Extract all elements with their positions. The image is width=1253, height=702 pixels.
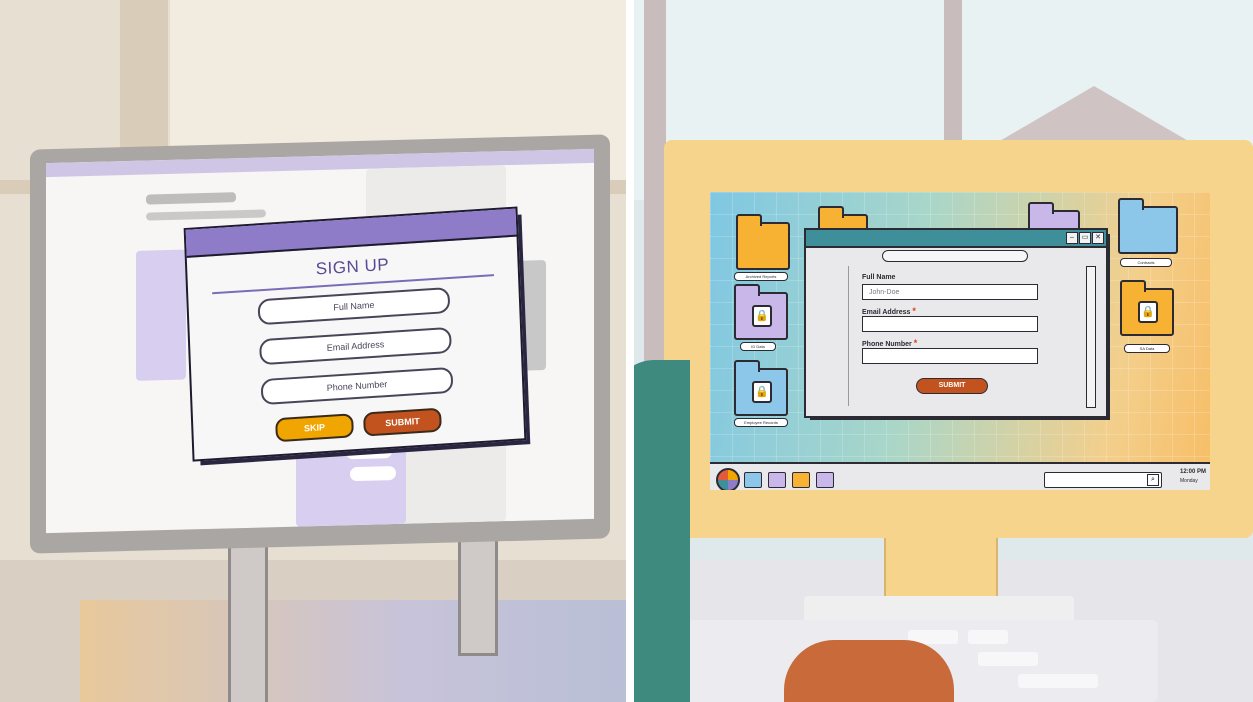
full-name-label: Full Name [862,274,896,281]
search-icon[interactable]: ⌕ [1147,474,1159,486]
locked-folder-icon[interactable]: 🔒 [734,284,788,340]
placeholder-sidebar [136,249,186,381]
window-frame [944,0,962,160]
key [968,630,1008,644]
window-frame [644,0,666,380]
scrollbar[interactable] [1086,266,1096,408]
lock-icon: 🔒 [752,305,772,327]
close-icon[interactable]: ✕ [1092,232,1104,244]
folder-label: SA Data [1124,344,1170,353]
phone-number-label: Phone Number * [862,338,918,348]
taskbar-folder-icon[interactable] [792,472,810,488]
minimize-icon[interactable]: – [1066,232,1078,244]
required-marker: * [913,338,918,348]
left-illustration: SIGN UP Full Name Email Address Phone Nu… [0,0,626,702]
folder-label: Contracts [1120,258,1172,267]
folder-icon[interactable] [736,214,790,270]
form-window: – ▭ ✕ Full Name John-Doe Email Address *… [804,228,1108,418]
placeholder-text [146,209,266,221]
required-marker: * [912,306,916,316]
key [1018,674,1098,688]
desktop-screen: Archived Reports 🔒 ID Data 🔒 Employee Re… [710,192,1210,490]
key [978,652,1038,666]
locked-folder-icon[interactable]: 🔒 [1120,280,1174,336]
taskbar-folder-icon[interactable] [744,472,762,488]
desktop-monitor: Archived Reports 🔒 ID Data 🔒 Employee Re… [664,140,1253,538]
window-sidebar [812,266,849,406]
address-bar[interactable] [882,250,1028,262]
lock-icon: 🔒 [1138,301,1158,323]
start-menu-icon[interactable] [716,468,740,490]
email-address-field[interactable]: Email Address [259,326,452,366]
submit-button[interactable]: SUBMIT [363,407,442,437]
email-address-input[interactable] [862,316,1038,332]
folder-label: Archived Reports [734,272,788,281]
taskbar-folder-icon[interactable] [816,472,834,488]
maximize-icon[interactable]: ▭ [1079,232,1091,244]
kiosk-monitor: SIGN UP Full Name Email Address Phone Nu… [30,134,610,554]
folder-label: ID Data [740,342,776,351]
placeholder-button [350,466,396,482]
skip-button[interactable]: SKIP [275,413,354,443]
form-window-titlebar: – ▭ ✕ [806,230,1106,248]
signup-modal: SIGN UP Full Name Email Address Phone Nu… [183,206,527,462]
kiosk-top-bar [46,148,594,178]
person-shoulder [634,360,690,702]
folder-icon[interactable] [1118,198,1178,254]
full-name-field[interactable]: Full Name [257,286,451,326]
person-hand [784,640,954,702]
panel-divider [626,0,634,702]
folder-label: Employee Records [734,418,788,427]
monitor-stand [884,530,998,602]
phone-number-field[interactable]: Phone Number [260,366,454,406]
taskbar-clock: 12:00 PM Monday [1180,468,1206,486]
desk [80,600,626,702]
kiosk-screen: SIGN UP Full Name Email Address Phone Nu… [46,148,594,534]
locked-folder-icon[interactable]: 🔒 [734,360,788,416]
taskbar-search[interactable]: ⌕ [1044,472,1162,488]
taskbar-folder-icon[interactable] [768,472,786,488]
clock-time: 12:00 PM [1180,469,1207,475]
phone-number-input[interactable] [862,348,1038,364]
signup-actions: SKIP SUBMIT [193,402,524,447]
right-illustration: Archived Reports 🔒 ID Data 🔒 Employee Re… [634,0,1253,702]
email-address-label: Email Address * [862,306,916,316]
clock-day: Monday [1180,478,1198,484]
placeholder-heading [146,192,236,205]
lock-icon: 🔒 [752,381,772,403]
full-name-input[interactable]: John-Doe [862,284,1038,300]
submit-button[interactable]: SUBMIT [916,378,988,394]
